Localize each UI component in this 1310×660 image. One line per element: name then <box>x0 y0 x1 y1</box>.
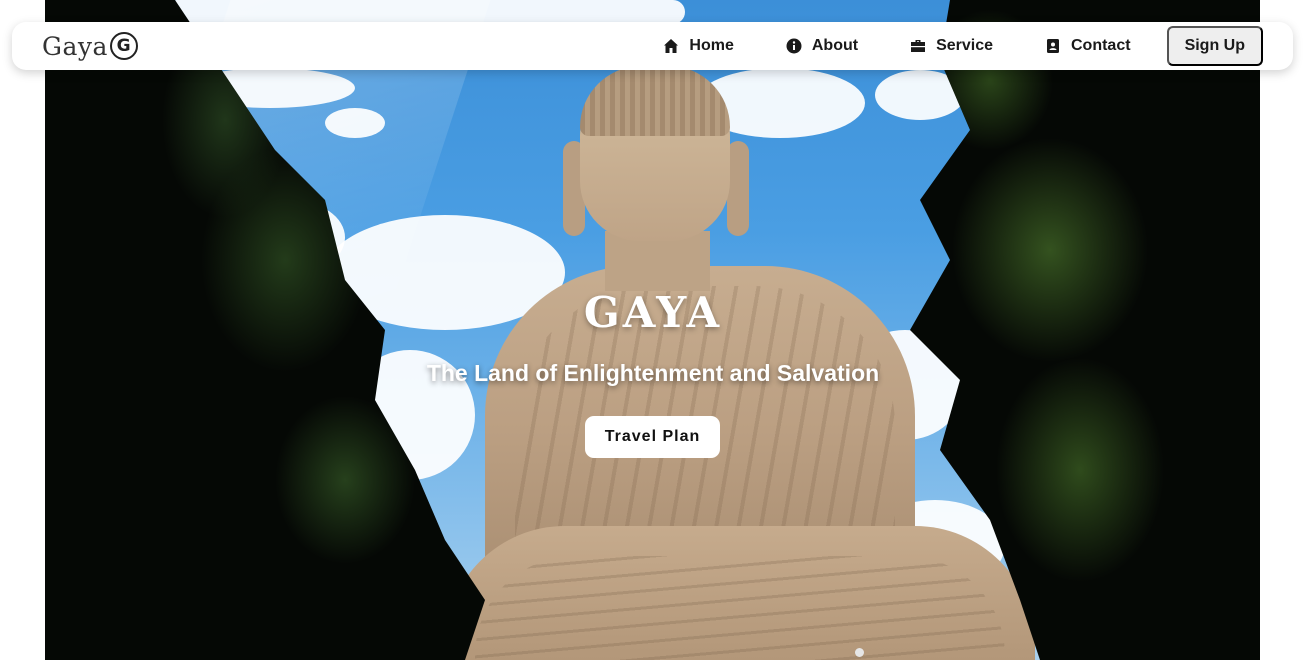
cloud <box>165 0 685 24</box>
nav-link-label: About <box>811 37 859 54</box>
nav-link-service[interactable]: Service <box>910 26 993 66</box>
nav-link-label: Home <box>689 37 734 54</box>
scroll-indicator-dot <box>855 648 864 657</box>
nav-link-label: Service <box>936 37 993 54</box>
nav-link-home[interactable]: Home <box>663 26 734 66</box>
signup-button[interactable]: Sign Up <box>1166 26 1263 66</box>
home-icon <box>664 39 679 53</box>
travel-plan-button[interactable]: Travel Plan <box>585 416 720 458</box>
logo-mark-icon: G <box>109 32 138 60</box>
navbar: Gaya G Home About Service Contact Sign U… <box>12 22 1293 70</box>
nav-links: Home About Service Contact Sign Up <box>663 26 1263 66</box>
nav-link-contact[interactable]: Contact <box>1045 26 1131 66</box>
logo-text: Gaya <box>42 31 108 61</box>
hero-subtitle: The Land of Enlightenment and Salvation <box>426 360 880 386</box>
logo[interactable]: Gaya G <box>42 30 138 62</box>
contact-card-icon <box>1047 39 1059 53</box>
briefcase-icon <box>911 40 926 52</box>
nav-link-about[interactable]: About <box>786 26 858 66</box>
nav-link-label: Contact <box>1071 37 1131 54</box>
info-icon <box>786 38 802 54</box>
cloud <box>325 108 385 138</box>
hero-title: GAYA <box>583 288 723 337</box>
